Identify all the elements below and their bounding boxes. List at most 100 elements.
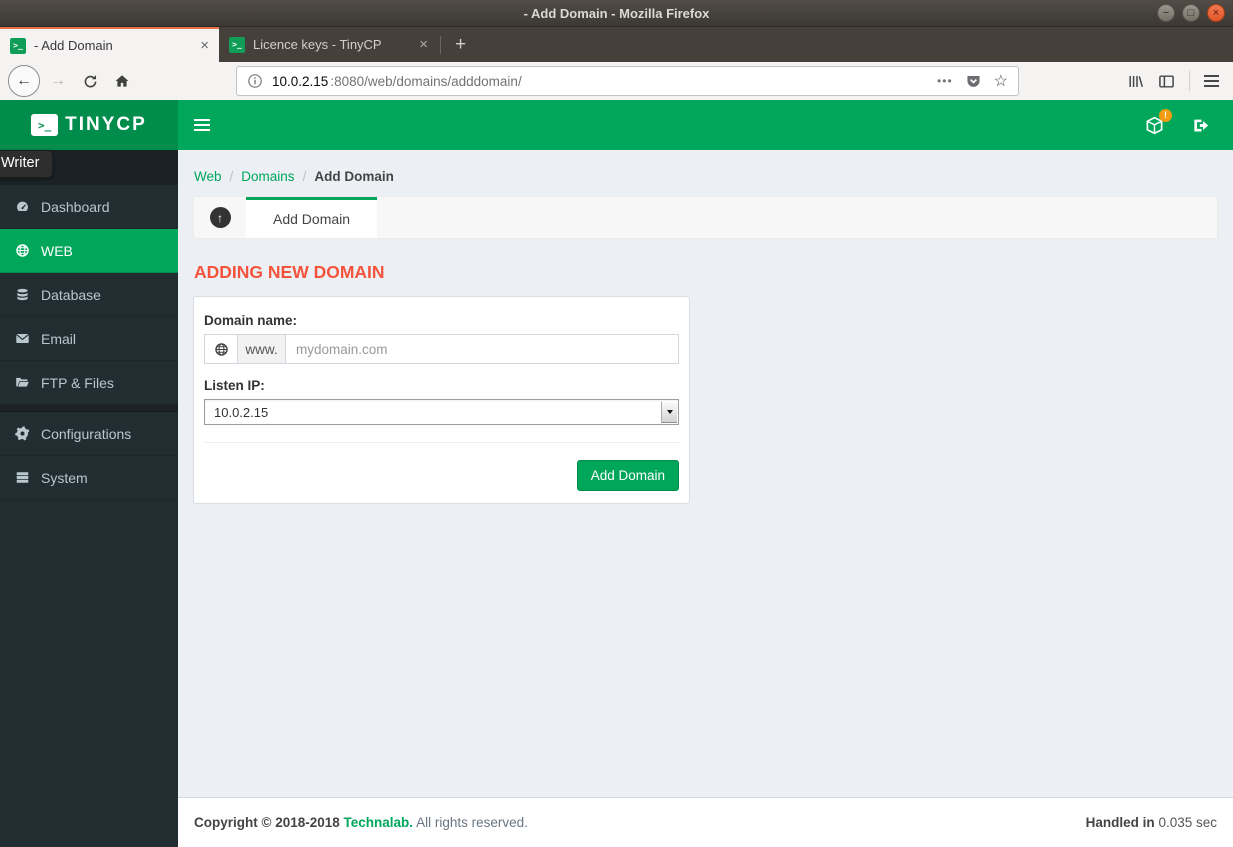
- rights-text: All rights reserved.: [416, 815, 528, 830]
- toolbar-divider: [1189, 71, 1190, 91]
- domain-name-label: Domain name:: [204, 313, 298, 328]
- browser-tabbar: >_ - Add Domain × >_ Licence keys - Tiny…: [0, 27, 1233, 62]
- breadcrumb: Web / Domains / Add Domain: [194, 169, 1218, 184]
- technalab-link[interactable]: Technalab.: [344, 815, 414, 830]
- breadcrumb-current: Add Domain: [314, 169, 394, 184]
- breadcrumb-domains[interactable]: Domains: [241, 169, 294, 184]
- server-icon: [16, 472, 29, 483]
- url-path: :8080/web/domains/adddomain/: [330, 73, 522, 89]
- www-prefix: www.: [238, 334, 286, 364]
- content-tabstrip: ↑ Add Domain: [193, 196, 1218, 239]
- sidebar-item-label: Email: [41, 330, 77, 347]
- handled-label: Handled in: [1085, 815, 1155, 830]
- listen-ip-value: 10.0.2.15: [214, 404, 269, 420]
- page-actions-icon[interactable]: •••: [937, 74, 953, 88]
- sidebar-item-system[interactable]: System: [0, 456, 178, 500]
- sidebar-item-configurations[interactable]: Configurations: [0, 412, 178, 456]
- listen-ip-label: Listen IP:: [204, 378, 265, 393]
- sidebar-item-label: WEB: [41, 242, 73, 259]
- sidebar-item-label: System: [41, 469, 88, 486]
- breadcrumb-web[interactable]: Web: [194, 169, 222, 184]
- tab-close-icon[interactable]: ×: [419, 36, 428, 53]
- page-title: ADDING NEW DOMAIN: [194, 262, 385, 282]
- close-button[interactable]: ×: [1207, 4, 1225, 22]
- page-content: Web / Domains / Add Domain ↑ Add Domain …: [178, 150, 1233, 797]
- window-controls: − □ ×: [1157, 4, 1225, 22]
- tab-title: - Add Domain: [34, 38, 113, 53]
- new-tab-button[interactable]: +: [443, 27, 478, 62]
- info-icon[interactable]: [247, 73, 263, 89]
- sidebar-item-ftp-files[interactable]: FTP & Files: [0, 361, 178, 405]
- updates-button[interactable]: !: [1145, 108, 1172, 135]
- bookmark-star-icon[interactable]: ☆: [994, 71, 1008, 91]
- envelope-icon: [16, 334, 29, 343]
- screen: - Add Domain - Mozilla Firefox − □ × >_ …: [0, 0, 1233, 847]
- url-bar[interactable]: 10.0.2.15:8080/web/domains/adddomain/ ••…: [236, 66, 1019, 96]
- pocket-icon[interactable]: [965, 73, 982, 90]
- toolbar-right: [1127, 71, 1225, 91]
- update-badge: !: [1159, 108, 1172, 122]
- dashboard-icon: [17, 201, 28, 211]
- handled-value: 0.035 sec: [1158, 815, 1217, 830]
- home-icon: [115, 75, 129, 87]
- caret-down-icon: [666, 410, 673, 414]
- up-button[interactable]: ↑: [194, 197, 246, 238]
- maximize-button[interactable]: □: [1182, 4, 1200, 22]
- tinycp-favicon-icon: >_: [229, 36, 245, 53]
- sign-out-icon[interactable]: [1192, 116, 1211, 135]
- forward-button[interactable]: →: [44, 67, 72, 95]
- sidebar-item-dashboard[interactable]: Dashboard: [0, 185, 178, 229]
- globe-addon: [204, 334, 238, 364]
- sidebar-collapse-icon[interactable]: [194, 119, 210, 131]
- breadcrumb-separator: /: [302, 169, 307, 184]
- domain-input-group: www.: [204, 334, 679, 364]
- main-column: ! Web / Domains / Add Domain ↑ Add Domai…: [178, 100, 1233, 847]
- reload-icon: [84, 74, 96, 87]
- tab-title: Licence keys - TinyCP: [253, 37, 382, 52]
- sidebar-item-label: Dashboard: [41, 198, 110, 215]
- database-icon: [17, 288, 28, 301]
- window-title: - Add Domain - Mozilla Firefox: [523, 5, 710, 21]
- tinycp-favicon-icon: >_: [10, 37, 26, 54]
- app-footer: Copyright © 2018-2018 Technalab. All rig…: [178, 797, 1233, 847]
- gear-icon: [15, 426, 30, 441]
- form-divider: [204, 442, 679, 443]
- sidebar-item-label: FTP & Files: [41, 374, 114, 391]
- tinycp-logo[interactable]: >_ TINYCP: [0, 100, 178, 150]
- left-column: >_ TINYCP MENU Dashboard WEB Database: [0, 100, 178, 847]
- home-button[interactable]: [108, 67, 136, 95]
- sidebar-item-database[interactable]: Database: [0, 273, 178, 317]
- sidebar-item-label: Database: [41, 286, 101, 303]
- select-dropdown-button[interactable]: [661, 401, 677, 423]
- browser-toolbar: ← → 10.0.2.15:8080/web/domains/adddomain…: [0, 62, 1233, 100]
- reload-button[interactable]: [76, 67, 104, 95]
- add-domain-panel: Domain name: www. Listen IP: 10.0.2.15: [193, 296, 690, 504]
- sidebar-toggle-icon[interactable]: [1158, 73, 1175, 90]
- terminal-logo-icon: >_: [31, 114, 59, 136]
- sidebar: MENU Dashboard WEB Database Email: [0, 150, 178, 847]
- app-navbar: !: [178, 100, 1233, 150]
- browser-tab-licence-keys[interactable]: >_ Licence keys - TinyCP ×: [219, 27, 438, 62]
- window-titlebar: - Add Domain - Mozilla Firefox − □ ×: [0, 0, 1233, 27]
- back-button[interactable]: ←: [8, 65, 40, 97]
- globe-icon: [214, 342, 228, 356]
- tinycp-app: >_ TINYCP MENU Dashboard WEB Database: [0, 100, 1233, 847]
- breadcrumb-separator: /: [229, 169, 234, 184]
- os-tooltip-writer: Writer: [0, 150, 54, 178]
- browser-tab-add-domain[interactable]: >_ - Add Domain ×: [0, 27, 219, 62]
- tab-close-icon[interactable]: ×: [200, 37, 209, 54]
- listen-ip-select[interactable]: 10.0.2.15: [204, 399, 679, 425]
- sidebar-item-email[interactable]: Email: [0, 317, 178, 361]
- minimize-button[interactable]: −: [1157, 4, 1175, 22]
- globe-icon: [16, 244, 29, 257]
- folder-icon: [16, 377, 29, 387]
- add-domain-button[interactable]: Add Domain: [576, 460, 679, 491]
- sidebar-item-web[interactable]: WEB: [0, 229, 178, 273]
- tab-add-domain[interactable]: Add Domain: [246, 197, 378, 238]
- library-icon[interactable]: [1127, 73, 1144, 90]
- logo-text: TINYCP: [65, 114, 147, 135]
- url-host: 10.0.2.15: [272, 73, 329, 89]
- domain-name-input[interactable]: [286, 334, 679, 364]
- menu-icon[interactable]: [1204, 75, 1219, 87]
- copyright-years: Copyright © 2018-2018: [194, 815, 340, 830]
